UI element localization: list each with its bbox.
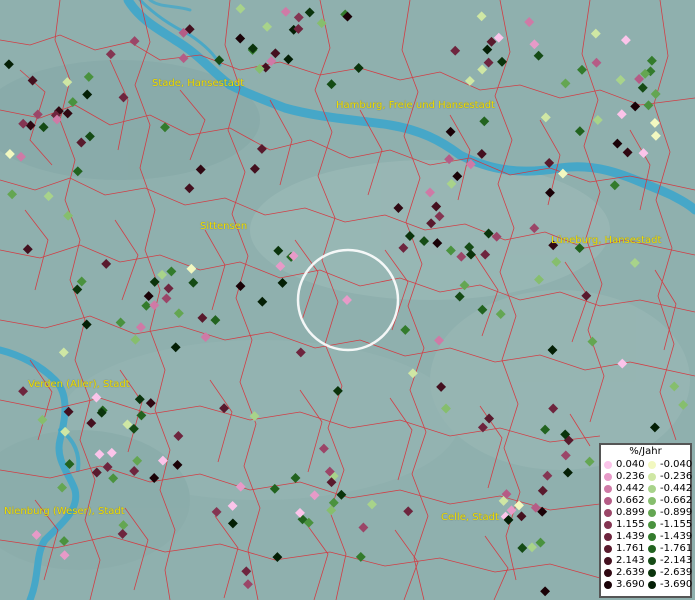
- legend: %/Jahr 0.040 -0.040 0.236 -0.236 0.442 -0.442…: [599, 443, 692, 598]
- legend-entry: -0.236: [645, 471, 693, 483]
- legend-entry: 1.761: [601, 543, 645, 555]
- legend-title: %/Jahr: [629, 446, 662, 457]
- legend-row: 0.236 -0.236: [601, 471, 693, 483]
- legend-entry: 1.155: [601, 519, 645, 531]
- legend-entry: 2.143: [601, 555, 645, 567]
- legend-row: 2.143 -2.143: [601, 555, 693, 567]
- legend-entry: 0.236: [601, 471, 645, 483]
- legend-swatch-negative: [648, 545, 656, 553]
- legend-swatch-positive: [604, 557, 612, 565]
- legend-value-positive: 1.761: [616, 543, 645, 554]
- legend-entry: 0.662: [601, 495, 645, 507]
- legend-entry: 0.899: [601, 507, 645, 519]
- city-label-nienburg[interactable]: Nienburg (Weser), Stadt: [4, 506, 125, 517]
- legend-swatch-positive: [604, 545, 612, 553]
- legend-swatch-negative: [648, 569, 656, 577]
- legend-row: 0.040 -0.040: [601, 459, 693, 471]
- legend-value-positive: 0.662: [616, 495, 645, 506]
- legend-row: 1.761 -1.761: [601, 543, 693, 555]
- legend-swatch-positive: [604, 485, 612, 493]
- city-label-lueneburg[interactable]: Lüneburg, Hansestadt: [551, 235, 661, 246]
- legend-value-negative: -1.155: [660, 519, 693, 530]
- legend-value-positive: 1.439: [616, 531, 645, 542]
- legend-value-negative: -1.761: [660, 543, 693, 554]
- legend-value-positive: 3.690: [616, 579, 645, 590]
- city-label-hamburg[interactable]: Hamburg, Freie und Hansestadt: [336, 100, 495, 111]
- legend-value-negative: -2.639: [660, 567, 693, 578]
- legend-entry: -1.761: [645, 543, 693, 555]
- legend-value-negative: -0.662: [660, 495, 693, 506]
- legend-value-negative: -2.143: [660, 555, 693, 566]
- legend-value-negative: -1.439: [660, 531, 693, 542]
- legend-swatch-positive: [604, 473, 612, 481]
- legend-value-negative: -3.690: [660, 579, 693, 590]
- legend-row: 1.155 -1.155: [601, 519, 693, 531]
- legend-swatch-negative: [648, 557, 656, 565]
- legend-value-positive: 2.639: [616, 567, 645, 578]
- legend-value-negative: -0.236: [660, 471, 693, 482]
- legend-entry: 0.040: [601, 459, 645, 471]
- legend-row: 3.690 -3.690: [601, 579, 693, 591]
- legend-swatch-positive: [604, 581, 612, 589]
- legend-swatch-positive: [604, 521, 612, 529]
- city-label-verden[interactable]: Verden (Aller), Stadt: [28, 379, 130, 390]
- legend-entry: 0.442: [601, 483, 645, 495]
- legend-entry: -1.439: [645, 531, 693, 543]
- city-label-sittensen[interactable]: Sittensen: [200, 221, 247, 232]
- legend-swatch-positive: [604, 533, 612, 541]
- legend-swatch-positive: [604, 461, 612, 469]
- city-label-celle[interactable]: Celle, Stadt: [441, 512, 499, 523]
- legend-value-positive: 0.040: [616, 459, 645, 470]
- legend-entry: -0.662: [645, 495, 693, 507]
- legend-value-negative: -0.442: [660, 483, 693, 494]
- legend-value-positive: 0.442: [616, 483, 645, 494]
- legend-entry: -0.899: [645, 507, 693, 519]
- legend-row: 0.442 -0.442: [601, 483, 693, 495]
- legend-row: 0.662 -0.662: [601, 495, 693, 507]
- legend-value-positive: 2.143: [616, 555, 645, 566]
- legend-entry: 3.690: [601, 579, 645, 591]
- legend-entry: -2.639: [645, 567, 693, 579]
- legend-value-negative: -0.040: [660, 459, 693, 470]
- legend-value-positive: 0.236: [616, 471, 645, 482]
- legend-swatch-negative: [648, 497, 656, 505]
- legend-swatch-negative: [648, 461, 656, 469]
- legend-swatch-positive: [604, 569, 612, 577]
- map-view[interactable]: Stade, Hansestadt Hamburg, Freie und Han…: [0, 0, 695, 600]
- legend-swatch-positive: [604, 509, 612, 517]
- city-label-stade[interactable]: Stade, Hansestadt: [152, 78, 244, 89]
- legend-rows: 0.040 -0.040 0.236 -0.236 0.442 -0.442 0.662 -0…: [601, 459, 693, 591]
- legend-row: 0.899 -0.899: [601, 507, 693, 519]
- legend-row: 2.639 -2.639: [601, 567, 693, 579]
- legend-entry: -0.040: [645, 459, 693, 471]
- legend-entry: -0.442: [645, 483, 693, 495]
- legend-entry: -2.143: [645, 555, 693, 567]
- legend-value-positive: 1.155: [616, 519, 645, 530]
- legend-swatch-negative: [648, 533, 656, 541]
- legend-swatch-negative: [648, 509, 656, 517]
- legend-entry: 1.439: [601, 531, 645, 543]
- legend-entry: -3.690: [645, 579, 693, 591]
- legend-row: 1.439 -1.439: [601, 531, 693, 543]
- legend-swatch-negative: [648, 581, 656, 589]
- legend-swatch-positive: [604, 497, 612, 505]
- legend-value-positive: 0.899: [616, 507, 645, 518]
- legend-swatch-negative: [648, 485, 656, 493]
- legend-swatch-negative: [648, 521, 656, 529]
- legend-value-negative: -0.899: [660, 507, 693, 518]
- legend-entry: 2.639: [601, 567, 645, 579]
- legend-entry: -1.155: [645, 519, 693, 531]
- legend-swatch-negative: [648, 473, 656, 481]
